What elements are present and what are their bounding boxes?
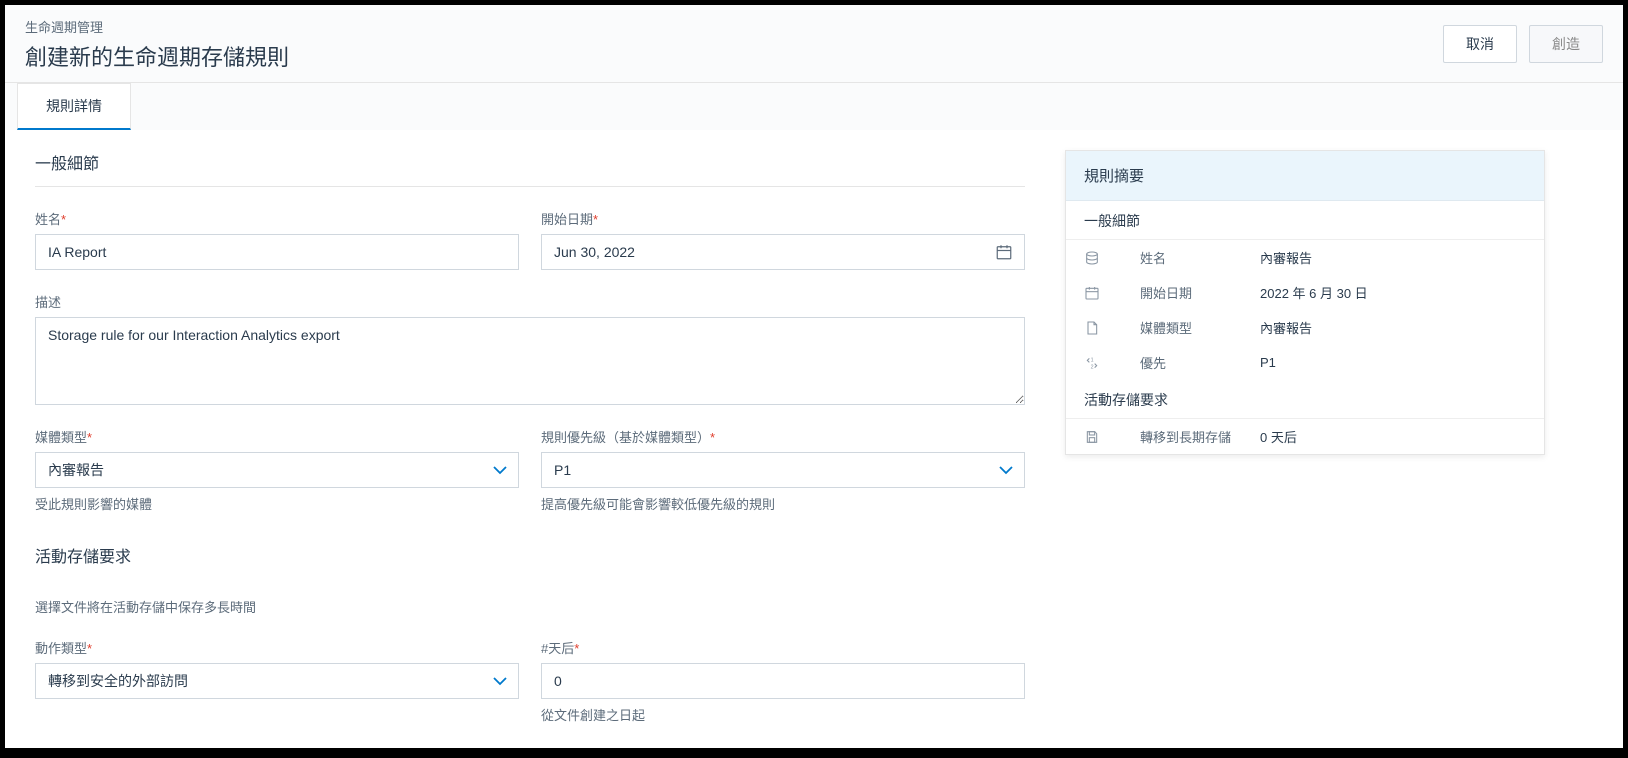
summary-row-date: 開始日期 2022 年 6 月 30 日 [1066,275,1544,310]
summary-row-transfer: 轉移到長期存儲 0 天后 [1066,419,1544,454]
page-header: 生命週期管理 創建新的生命週期存儲規則 取消 創造 [5,5,1623,83]
storage-icon [1084,250,1110,266]
breadcrumb: 生命週期管理 [25,17,289,36]
action-type-select[interactable]: 轉移到安全的外部訪問 [35,663,519,699]
days-label: #天后* [541,638,1025,657]
tabs-bar: 規則詳情 [5,83,1623,130]
save-icon [1084,429,1110,445]
document-icon [1084,320,1110,336]
priority-label: 規則優先級（基於媒體類型）* [541,427,1025,446]
summary-row-media: 媒體類型 內審報告 [1066,310,1544,345]
priority-icon: 12 [1084,355,1110,371]
summary-storage-label: 活動存儲要求 [1066,380,1544,419]
description-textarea[interactable] [35,317,1025,405]
tab-rule-details[interactable]: 規則詳情 [17,83,131,130]
name-input[interactable] [35,234,519,270]
section-storage-title: 活動存儲要求 [35,543,1025,567]
section-general-title: 一般細節 [35,150,1025,187]
summary-general-label: 一般細節 [1066,201,1544,240]
storage-sub-label: 選擇文件將在活動存儲中保存多長時間 [35,597,1025,616]
action-type-label: 動作類型* [35,638,519,657]
start-date-input[interactable] [541,234,1025,270]
svg-text:2: 2 [1091,364,1094,370]
summary-row-priority: 12 優先 P1 [1066,345,1544,380]
summary-title: 規則摘要 [1066,151,1544,201]
media-type-select[interactable]: 內審報告 [35,452,519,488]
priority-hint: 提高優先級可能會影響較低優先級的規則 [541,494,1025,513]
summary-row-name: 姓名 內審報告 [1066,240,1544,275]
name-label: 姓名* [35,209,519,228]
calendar-icon [1084,285,1110,301]
page-title: 創建新的生命週期存儲規則 [25,40,289,72]
svg-text:1: 1 [1091,357,1094,363]
form-main: 一般細節 姓名* 開始日期* [5,130,1055,748]
media-type-label: 媒體類型* [35,427,519,446]
start-date-label: 開始日期* [541,209,1025,228]
cancel-button[interactable]: 取消 [1443,25,1517,63]
summary-panel: 規則摘要 一般細節 姓名 內審報告 開始日期 2022 年 6 月 30 日 [1065,150,1545,748]
days-hint: 從文件創建之日起 [541,705,1025,724]
description-label: 描述 [35,292,1025,311]
create-button[interactable]: 創造 [1529,25,1603,63]
days-input[interactable] [541,663,1025,699]
media-type-hint: 受此規則影響的媒體 [35,494,519,513]
priority-select[interactable]: P1 [541,452,1025,488]
